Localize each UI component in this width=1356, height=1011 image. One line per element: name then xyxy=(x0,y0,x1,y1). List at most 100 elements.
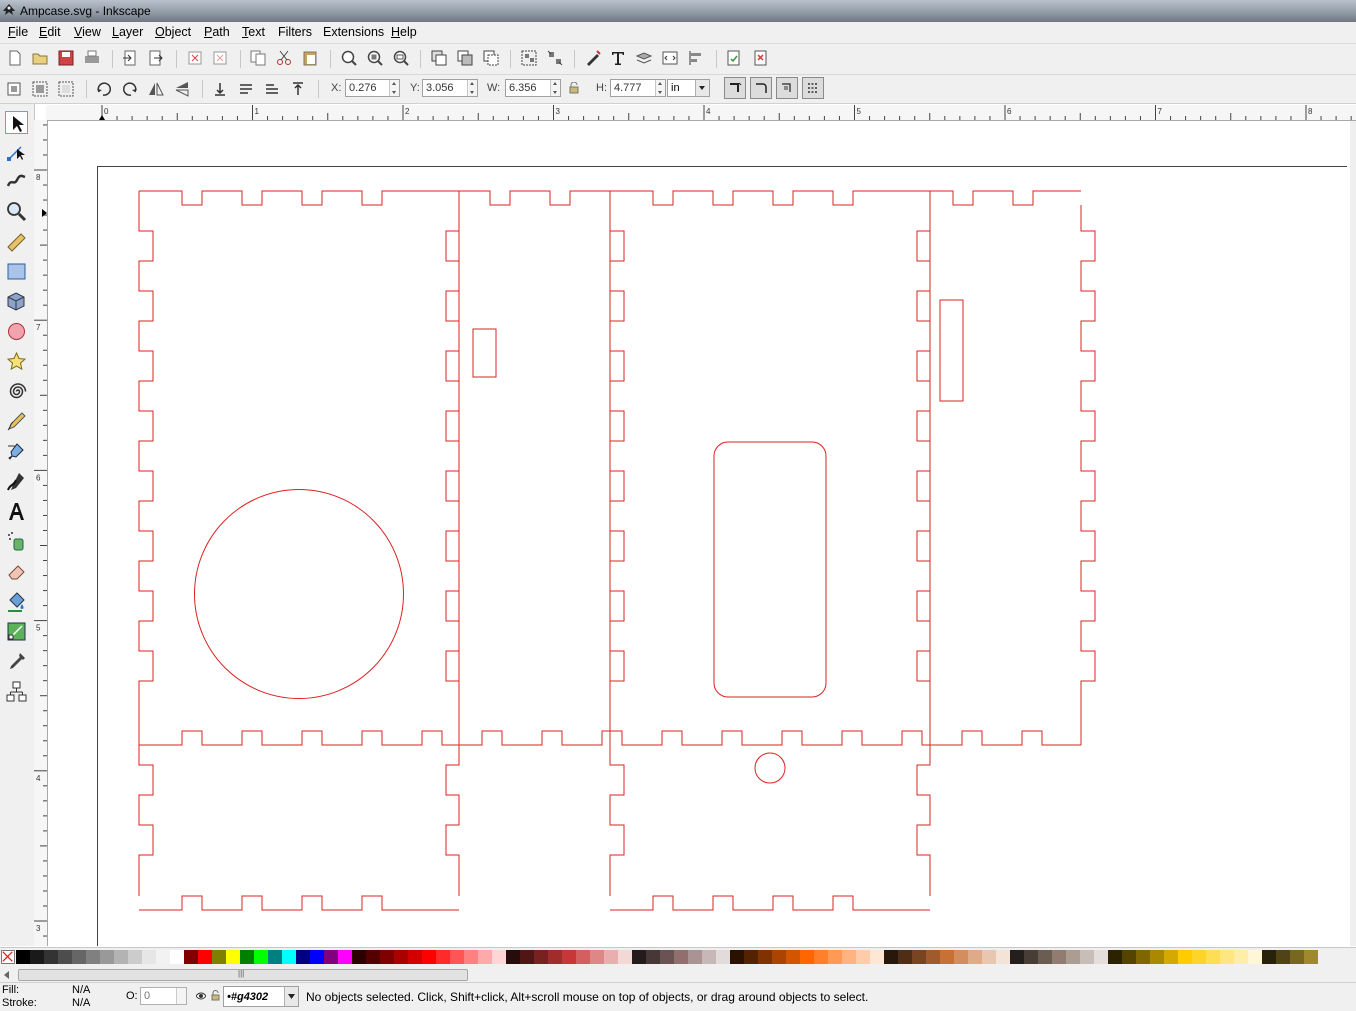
ellipse-tool[interactable] xyxy=(5,320,28,343)
rotate-ccw-icon[interactable] xyxy=(95,80,113,98)
height-input[interactable]: 4.777 xyxy=(610,79,666,97)
paste-icon[interactable] xyxy=(301,49,319,67)
scroll-left-icon[interactable] xyxy=(4,971,10,979)
color-swatch[interactable] xyxy=(1304,950,1318,964)
color-swatch[interactable] xyxy=(940,950,954,964)
color-swatch[interactable] xyxy=(268,950,282,964)
color-swatch[interactable] xyxy=(72,950,86,964)
color-swatch[interactable] xyxy=(478,950,492,964)
color-swatch[interactable] xyxy=(646,950,660,964)
bottom-edge-lid-left[interactable] xyxy=(153,895,446,911)
small-slot-left[interactable] xyxy=(472,328,497,378)
transform-patterns-toggle[interactable] xyxy=(802,77,824,99)
color-swatch[interactable] xyxy=(772,950,786,964)
color-swatch[interactable] xyxy=(1108,950,1122,964)
color-swatch[interactable] xyxy=(1136,950,1150,964)
joint-edge-panel-3-4[interactable] xyxy=(916,191,931,745)
tall-slot-right[interactable] xyxy=(939,299,964,402)
color-swatch[interactable] xyxy=(996,950,1010,964)
paint-bucket-tool[interactable] xyxy=(5,590,28,613)
color-swatch[interactable] xyxy=(86,950,100,964)
color-swatch[interactable] xyxy=(1164,950,1178,964)
color-swatch[interactable] xyxy=(1206,950,1220,964)
lower-to-bottom-icon[interactable] xyxy=(211,80,229,98)
bezier-tool[interactable] xyxy=(5,440,28,463)
eraser-tool[interactable] xyxy=(5,560,28,583)
menu-view[interactable]: View xyxy=(74,25,101,39)
duplicate-icon[interactable] xyxy=(430,49,448,67)
x-input[interactable]: 0.276 xyxy=(345,79,400,97)
text-font-icon[interactable] xyxy=(609,49,627,67)
save-icon[interactable] xyxy=(57,49,75,67)
horizontal-ruler[interactable]: 0 1 2 3 4 5 6 7 8 xyxy=(46,105,1356,121)
color-swatch[interactable] xyxy=(16,950,30,964)
lower-icon[interactable] xyxy=(237,80,255,98)
spray-tool[interactable] xyxy=(5,530,28,553)
color-swatch[interactable] xyxy=(1066,950,1080,964)
right-edge-lid-right[interactable] xyxy=(916,745,931,896)
x-spinner-arrows[interactable] xyxy=(389,80,399,96)
color-swatch[interactable] xyxy=(282,950,296,964)
color-swatch[interactable] xyxy=(1024,950,1038,964)
color-swatch[interactable] xyxy=(800,950,814,964)
tweak-tool[interactable] xyxy=(5,170,28,193)
rectangle-tool[interactable] xyxy=(5,260,28,283)
color-swatch[interactable] xyxy=(58,950,72,964)
export-icon[interactable] xyxy=(146,49,164,67)
top-edge-panel-1[interactable] xyxy=(139,190,459,206)
scale-stroke-toggle[interactable] xyxy=(724,77,746,99)
dropper-tool[interactable] xyxy=(5,650,28,673)
color-swatch[interactable] xyxy=(814,950,828,964)
flip-horizontal-icon[interactable] xyxy=(147,80,165,98)
horizontal-scrollbar[interactable]: ||| xyxy=(0,966,1356,982)
no-paint-swatch[interactable] xyxy=(1,950,15,964)
lock-icon[interactable] xyxy=(569,82,579,94)
color-swatch[interactable] xyxy=(688,950,702,964)
align-distribute-icon[interactable] xyxy=(687,49,705,67)
clone-icon[interactable] xyxy=(456,49,474,67)
color-swatch[interactable] xyxy=(702,950,716,964)
color-swatch[interactable] xyxy=(114,950,128,964)
open-folder-icon[interactable] xyxy=(31,49,49,67)
color-swatch[interactable] xyxy=(422,950,436,964)
3d-box-tool[interactable] xyxy=(5,290,28,313)
color-swatch[interactable] xyxy=(576,950,590,964)
left-edge-lid-left[interactable] xyxy=(138,745,154,896)
color-swatch[interactable] xyxy=(1010,950,1024,964)
top-edge-panel-4[interactable] xyxy=(930,190,1081,206)
undo-icon[interactable] xyxy=(186,49,204,67)
select-all-icon[interactable] xyxy=(5,80,23,98)
color-swatch[interactable] xyxy=(44,950,58,964)
measure-tool[interactable] xyxy=(5,230,28,253)
copy-icon[interactable] xyxy=(249,49,267,67)
color-swatch[interactable] xyxy=(604,950,618,964)
rotate-cw-icon[interactable] xyxy=(121,80,139,98)
right-edge-lid-left[interactable] xyxy=(445,745,460,896)
y-input[interactable]: 3.056 xyxy=(422,79,478,97)
color-swatch[interactable] xyxy=(310,950,324,964)
selector-tool[interactable] xyxy=(5,111,28,134)
speaker-hole-circle[interactable] xyxy=(194,489,404,699)
group-icon[interactable] xyxy=(520,49,538,67)
color-swatch[interactable] xyxy=(1248,950,1262,964)
jack-hole-circle[interactable] xyxy=(754,752,786,784)
scrollbar-thumb[interactable]: ||| xyxy=(18,969,468,981)
color-swatch[interactable] xyxy=(30,950,44,964)
vertical-scrollbar[interactable] xyxy=(1350,121,1356,946)
flip-vertical-icon[interactable] xyxy=(173,80,191,98)
color-swatch[interactable] xyxy=(954,950,968,964)
color-swatch[interactable] xyxy=(758,950,772,964)
color-swatch[interactable] xyxy=(156,950,170,964)
zoom-drawing-icon[interactable] xyxy=(366,49,384,67)
color-swatch[interactable] xyxy=(730,950,744,964)
color-swatch[interactable] xyxy=(898,950,912,964)
zoom-selection-icon[interactable] xyxy=(340,49,358,67)
color-swatch[interactable] xyxy=(226,950,240,964)
eye-visibility-icon[interactable] xyxy=(196,991,206,1001)
layer-selector[interactable]: •#g4302 xyxy=(223,986,299,1007)
color-swatch[interactable] xyxy=(674,950,688,964)
color-swatch[interactable] xyxy=(842,950,856,964)
color-swatch[interactable] xyxy=(1122,950,1136,964)
layer-dropdown-button[interactable] xyxy=(284,987,298,1006)
color-swatch[interactable] xyxy=(366,950,380,964)
